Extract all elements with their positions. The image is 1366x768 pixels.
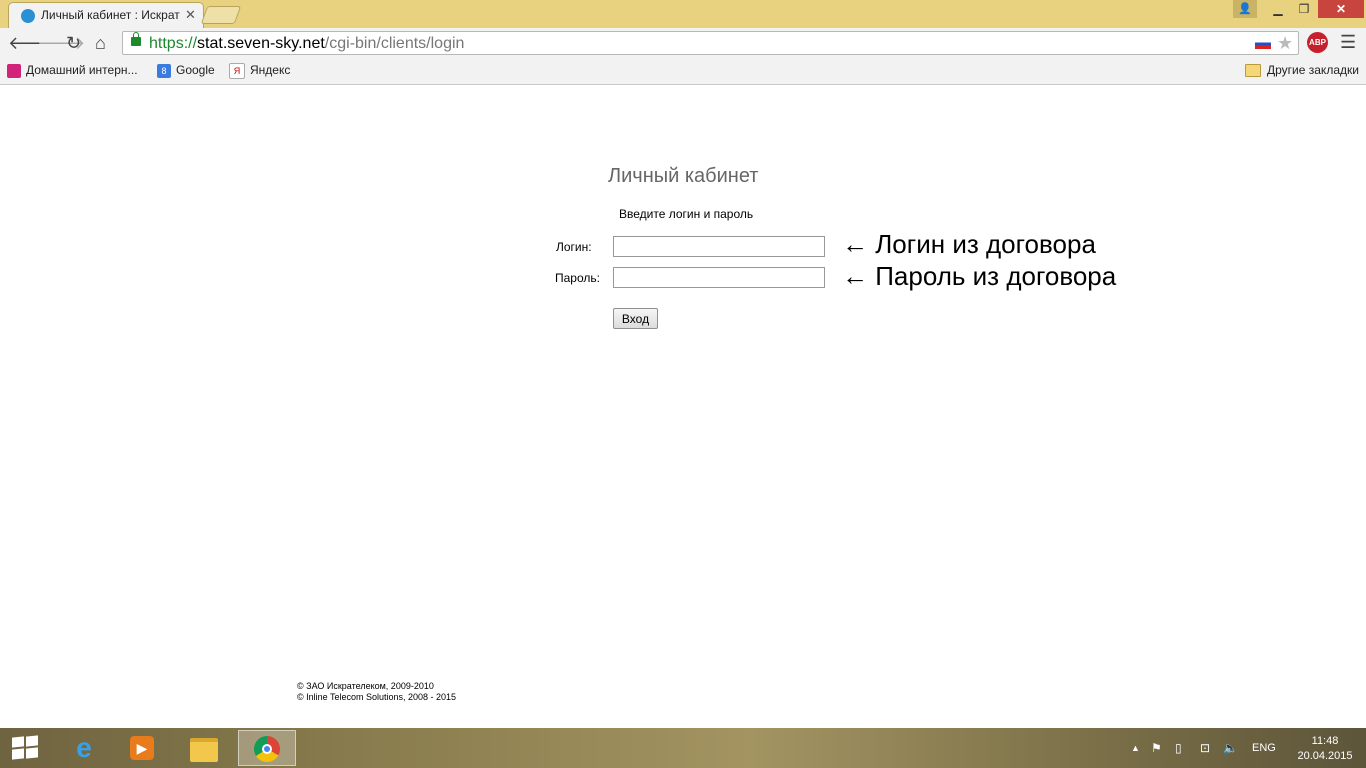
site-favicon-icon bbox=[21, 9, 35, 23]
browser-toolbar: 🡐 🡒 ↻ ⌂ https://stat.seven-sky.net/cgi-b… bbox=[0, 28, 1366, 58]
address-bar[interactable]: https://stat.seven-sky.net/cgi-bin/clien… bbox=[122, 31, 1299, 55]
login-submit-button[interactable]: Вход bbox=[613, 308, 658, 329]
action-center-flag-icon[interactable]: ⚑ bbox=[1151, 741, 1162, 755]
clock-time: 11:48 bbox=[1311, 735, 1339, 747]
tab-close-icon[interactable]: ✕ bbox=[185, 7, 196, 23]
clock-date: 20.04.2015 bbox=[1297, 750, 1353, 762]
user-profile-icon[interactable]: 👤 bbox=[1233, 0, 1257, 18]
bookmark-label: Домашний интерн... bbox=[26, 63, 138, 77]
windows-start-icon[interactable] bbox=[12, 735, 38, 760]
close-window-button[interactable]: ✕ bbox=[1318, 0, 1364, 18]
show-hidden-icons-icon[interactable]: ▲ bbox=[1131, 743, 1140, 753]
copyright-footer: © ЗАО Искрателеком, 2009-2010 © Inline T… bbox=[297, 681, 456, 703]
chrome-icon[interactable] bbox=[238, 730, 296, 766]
restore-button[interactable]: ❐ bbox=[1291, 0, 1317, 18]
minimize-button[interactable]: ▁ bbox=[1265, 0, 1291, 18]
file-explorer-icon[interactable] bbox=[176, 730, 232, 766]
tab-title: Личный кабинет : Искрат bbox=[41, 8, 180, 22]
password-label: Пароль: bbox=[555, 271, 600, 285]
browser-tab-active[interactable]: Личный кабинет : Искрат ✕ bbox=[8, 2, 204, 28]
other-bookmarks-label: Другие закладки bbox=[1267, 63, 1359, 77]
password-hint-annotation: ← Пароль из договора bbox=[842, 261, 1117, 291]
bookmark-home-internet[interactable]: Домашний интерн... bbox=[7, 63, 138, 78]
internet-explorer-icon[interactable]: e bbox=[56, 730, 112, 766]
url-text[interactable]: https://stat.seven-sky.net/cgi-bin/clien… bbox=[149, 35, 464, 53]
browser-menu-icon[interactable]: ☰ bbox=[1340, 32, 1356, 53]
system-clock[interactable]: 11:48 20.04.2015 bbox=[1290, 734, 1360, 764]
input-language[interactable]: ENG bbox=[1252, 742, 1276, 754]
network-icon[interactable]: ⊡ bbox=[1200, 741, 1210, 755]
login-label: Логин: bbox=[556, 240, 592, 254]
bookmark-yandex[interactable]: Я Яндекс bbox=[229, 63, 290, 79]
battery-icon[interactable]: ▯ bbox=[1175, 741, 1182, 755]
page-title: Личный кабинет bbox=[608, 165, 759, 187]
media-player-icon[interactable]: ▶ bbox=[114, 730, 170, 766]
password-input[interactable] bbox=[613, 267, 825, 288]
copyright-line-2: © Inline Telecom Solutions, 2008 - 2015 bbox=[297, 692, 457, 702]
bookmarks-bar: Домашний интерн... 8 Google Я Яндекс Други… bbox=[0, 58, 1366, 85]
windows-taskbar: e ▶ ▲ ⚑ ▯ ⊡ 🔈 ENG 11:48 20.04.2015 bbox=[0, 728, 1366, 768]
home-internet-favicon-icon bbox=[7, 63, 21, 78]
adblock-plus-icon[interactable]: ABP bbox=[1307, 32, 1328, 53]
bookmark-label: Яндекс bbox=[250, 63, 291, 78]
url-scheme: https:// bbox=[149, 35, 198, 52]
lock-icon[interactable] bbox=[131, 32, 141, 46]
login-hint-annotation: ← Логин из договора bbox=[842, 229, 1096, 259]
url-host: stat.seven-sky.net bbox=[197, 35, 325, 52]
url-path: /cgi-bin/clients/login bbox=[324, 35, 465, 52]
folder-icon bbox=[1245, 64, 1261, 78]
bookmark-google[interactable]: 8 Google bbox=[157, 63, 215, 78]
volume-icon[interactable]: 🔈 bbox=[1223, 741, 1238, 755]
new-tab-button[interactable] bbox=[200, 6, 242, 24]
copyright-line-1: © ЗАО Искрателеком, 2009-2010 bbox=[297, 681, 434, 691]
yandex-favicon-icon: Я bbox=[229, 63, 245, 79]
bookmark-star-icon[interactable]: ★ bbox=[1277, 33, 1293, 54]
login-instructions: Введите логин и пароль bbox=[619, 207, 754, 221]
home-icon[interactable]: ⌂ bbox=[95, 32, 106, 54]
google-favicon-icon: 8 bbox=[157, 63, 171, 78]
reload-icon[interactable]: ↻ bbox=[66, 32, 81, 54]
bookmark-label: Google bbox=[176, 63, 215, 77]
other-bookmarks[interactable]: Другие закладки bbox=[1245, 63, 1359, 78]
browser-title-bar: Личный кабинет : Искрат ✕ 👤 ▁ ❐ ✕ bbox=[0, 0, 1366, 28]
login-input[interactable] bbox=[613, 236, 825, 257]
russian-flag-icon[interactable] bbox=[1255, 39, 1271, 49]
